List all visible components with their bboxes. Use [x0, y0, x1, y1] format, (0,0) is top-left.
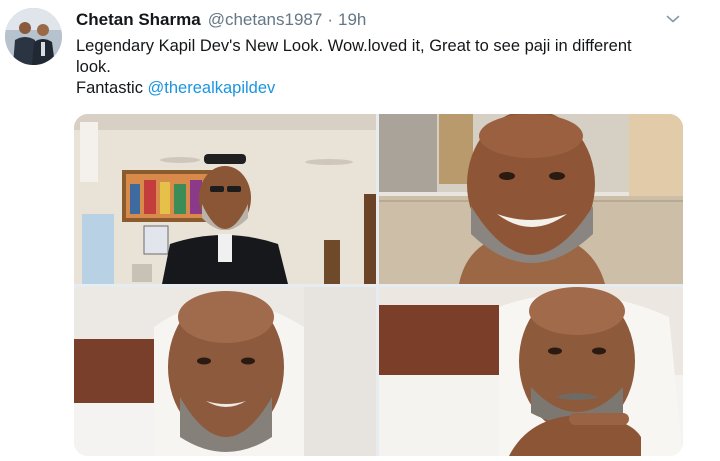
timestamp[interactable]: 19h — [338, 10, 366, 30]
author-handle[interactable]: @chetans1987 — [208, 10, 323, 30]
tweet-header: Chetan Sharma @chetans1987 · 19h — [76, 10, 366, 32]
mention-link[interactable]: @therealkapildev — [148, 79, 276, 97]
separator-dot: · — [327, 10, 333, 29]
photo-4[interactable] — [379, 287, 683, 456]
tweet-text-prefix: Fantastic — [76, 79, 148, 97]
avatar-image — [5, 8, 62, 65]
chevron-down-icon[interactable] — [664, 10, 682, 28]
media-grid — [74, 114, 683, 456]
tweet-text-line-1: Legendary Kapil Dev's New Look. Wow.love… — [76, 37, 632, 55]
avatar[interactable] — [5, 8, 62, 65]
photo-2[interactable] — [379, 114, 683, 284]
tweet-card[interactable]: Chetan Sharma @chetans1987 · 19h Legenda… — [0, 0, 720, 461]
tweet-text: Legendary Kapil Dev's New Look. Wow.love… — [76, 36, 696, 99]
photo-3[interactable] — [74, 287, 376, 456]
tweet-text-line-3: Fantastic @therealkapildev — [76, 78, 696, 99]
tweet-text-line-2: look. — [76, 58, 111, 76]
photo-1[interactable] — [74, 114, 376, 284]
author-name[interactable]: Chetan Sharma — [76, 10, 201, 30]
